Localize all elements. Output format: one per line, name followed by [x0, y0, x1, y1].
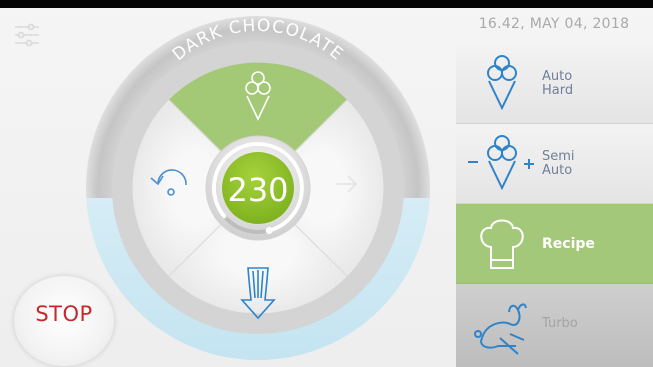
datetime-display: 16.42, MAY 04, 2018: [478, 16, 630, 32]
dial-progress-knob: [265, 227, 273, 234]
menu-item-label: Semi Auto: [542, 149, 575, 178]
ice-cream-cone-icon: [487, 55, 517, 111]
dial-value: 230: [227, 171, 288, 209]
ice-cream-cone-plus-minus-icon: [468, 135, 534, 191]
chef-hat-icon: [480, 219, 524, 269]
menu-item-turbo[interactable]: Turbo: [456, 284, 653, 367]
menu-item-recipe[interactable]: Recipe: [456, 204, 653, 284]
menu-item-auto-hard[interactable]: Auto Hard: [456, 44, 653, 124]
menu-item-label: Auto Hard: [542, 69, 574, 98]
menu-item-label: Turbo: [542, 316, 578, 331]
menu-item-label: Recipe: [542, 236, 595, 252]
stop-button[interactable]: STOP: [14, 276, 114, 366]
menu-item-semi-auto[interactable]: Semi Auto: [456, 124, 653, 204]
mode-menu: Auto Hard Semi Auto Recipe Turbo: [456, 44, 653, 367]
rabbit-icon: [474, 303, 527, 355]
machine-screen: DARK CHOCOLATE 230 STOP 16.42, MAY 04, 2…: [0, 0, 653, 367]
stop-label: STOP: [35, 302, 93, 326]
